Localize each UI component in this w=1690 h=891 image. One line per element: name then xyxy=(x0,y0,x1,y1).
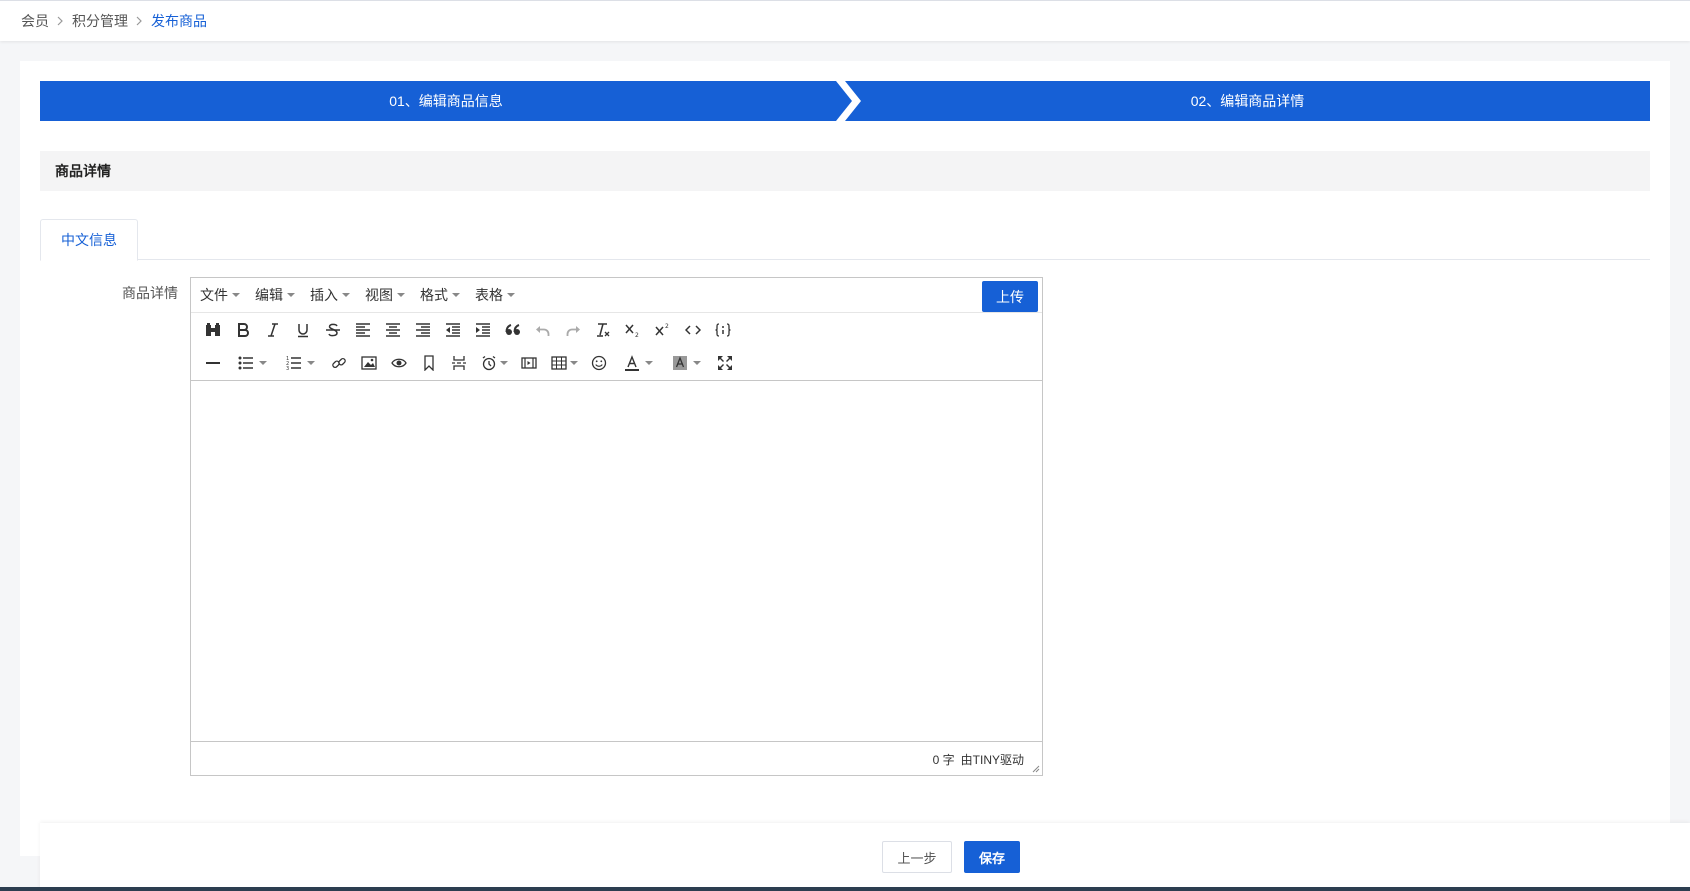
step-1: 01、编辑商品信息 xyxy=(40,81,852,121)
step-2: 02、编辑商品详情 xyxy=(845,81,1650,121)
tab-chinese-info[interactable]: 中文信息 xyxy=(40,219,138,261)
blockquote-icon[interactable] xyxy=(498,315,528,345)
superscript-icon[interactable]: 2 xyxy=(648,315,678,345)
breadcrumb-item-points[interactable]: 积分管理 xyxy=(72,11,128,31)
chevron-down-icon xyxy=(287,293,295,297)
redo-icon[interactable] xyxy=(558,315,588,345)
menu-edit-label: 编辑 xyxy=(255,287,283,303)
bold-icon[interactable] xyxy=(228,315,258,345)
menu-insert-label: 插入 xyxy=(310,287,338,303)
undo-icon[interactable] xyxy=(528,315,558,345)
menu-file[interactable]: 文件 xyxy=(200,285,240,305)
underline-icon[interactable] xyxy=(288,315,318,345)
editor-statusbar: 0 字 由TINY驱动 xyxy=(191,743,1042,775)
code-sample-icon[interactable] xyxy=(708,315,738,345)
outdent-icon[interactable] xyxy=(438,315,468,345)
align-left-icon[interactable] xyxy=(348,315,378,345)
image-icon[interactable] xyxy=(354,348,384,378)
chevron-right-icon xyxy=(136,16,143,26)
previous-step-button[interactable]: 上一步 xyxy=(882,841,952,873)
chevron-down-icon xyxy=(397,293,405,297)
fullscreen-icon[interactable] xyxy=(710,348,740,378)
indent-icon[interactable] xyxy=(468,315,498,345)
step-indicator: 01、编辑商品信息 02、编辑商品详情 xyxy=(40,81,1650,121)
breadcrumb-item-current: 发布商品 xyxy=(151,13,207,29)
svg-text:3: 3 xyxy=(286,366,289,371)
chevron-down-icon xyxy=(569,361,578,365)
editor-content-area[interactable] xyxy=(191,380,1042,742)
menu-format-label: 格式 xyxy=(420,287,448,303)
table-icon[interactable] xyxy=(544,348,584,378)
editor-toolbar-row-1: 2 2 xyxy=(191,312,1042,346)
chevron-down-icon xyxy=(692,361,701,365)
italic-icon[interactable] xyxy=(258,315,288,345)
menu-table[interactable]: 表格 xyxy=(475,285,515,305)
editor-toolbar-row-2: 123 xyxy=(191,346,1042,380)
svg-text:2: 2 xyxy=(635,332,639,338)
align-right-icon[interactable] xyxy=(408,315,438,345)
menu-file-label: 文件 xyxy=(200,287,228,303)
editor-menubar: 文件 编辑 插入 视图 格式 表格 上传 xyxy=(191,278,1042,312)
section-title: 商品详情 xyxy=(40,151,1650,191)
align-center-icon[interactable] xyxy=(378,315,408,345)
powered-by-label[interactable]: 由TINY驱动 xyxy=(961,751,1024,768)
menu-view-label: 视图 xyxy=(365,287,393,303)
chevron-down-icon xyxy=(507,293,515,297)
rich-text-editor: 文件 编辑 插入 视图 格式 表格 上传 2 2 1 2 3 0 字 由TINY… xyxy=(190,277,1043,776)
chevron-down-icon xyxy=(258,361,267,365)
chevron-down-icon xyxy=(499,361,508,365)
svg-text:2: 2 xyxy=(665,323,669,330)
form-footer: 上一步 保存 xyxy=(40,823,1690,891)
page-break-icon[interactable] xyxy=(444,348,474,378)
menu-view[interactable]: 视图 xyxy=(365,285,405,305)
subscript-icon[interactable]: 2 xyxy=(618,315,648,345)
strikethrough-icon[interactable] xyxy=(318,315,348,345)
emoticons-icon[interactable] xyxy=(584,348,614,378)
menu-table-label: 表格 xyxy=(475,287,503,303)
bottom-divider xyxy=(0,887,1690,891)
horizontal-rule-icon[interactable] xyxy=(198,348,228,378)
background-color-icon[interactable] xyxy=(662,348,710,378)
chevron-right-icon xyxy=(57,16,64,26)
bullet-list-icon[interactable] xyxy=(228,348,276,378)
clear-format-icon[interactable] xyxy=(588,315,618,345)
resize-handle-icon[interactable] xyxy=(1032,765,1040,773)
menu-format[interactable]: 格式 xyxy=(420,285,460,305)
breadcrumb-item-member[interactable]: 会员 xyxy=(21,11,49,31)
insert-datetime-icon[interactable] xyxy=(474,348,514,378)
menu-insert[interactable]: 插入 xyxy=(310,285,350,305)
numbered-list-icon[interactable]: 123 xyxy=(276,348,324,378)
menu-edit[interactable]: 编辑 xyxy=(255,285,295,305)
upload-button[interactable]: 上传 xyxy=(982,281,1038,312)
save-button[interactable]: 保存 xyxy=(964,841,1020,873)
chevron-down-icon xyxy=(644,361,653,365)
preview-icon[interactable] xyxy=(384,348,414,378)
chevron-down-icon xyxy=(452,293,460,297)
code-icon[interactable] xyxy=(678,315,708,345)
chevron-down-icon xyxy=(342,293,350,297)
chevron-down-icon xyxy=(306,361,315,365)
anchor-icon[interactable] xyxy=(414,348,444,378)
chevron-down-icon xyxy=(232,293,240,297)
find-replace-icon[interactable] xyxy=(198,315,228,345)
text-color-icon[interactable] xyxy=(614,348,662,378)
word-count: 0 字 xyxy=(932,752,955,767)
media-icon[interactable] xyxy=(514,348,544,378)
detail-field-label: 商品详情 xyxy=(122,285,178,301)
link-icon[interactable] xyxy=(324,348,354,378)
breadcrumb: 会员 积分管理 发布商品 xyxy=(0,0,1690,41)
language-tabs: 中文信息 xyxy=(40,219,1650,261)
